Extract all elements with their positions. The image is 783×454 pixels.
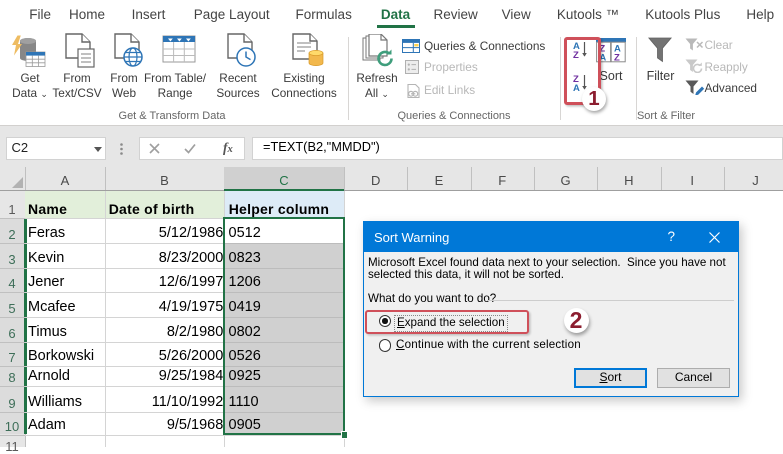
svg-text:Z: Z (614, 53, 620, 64)
